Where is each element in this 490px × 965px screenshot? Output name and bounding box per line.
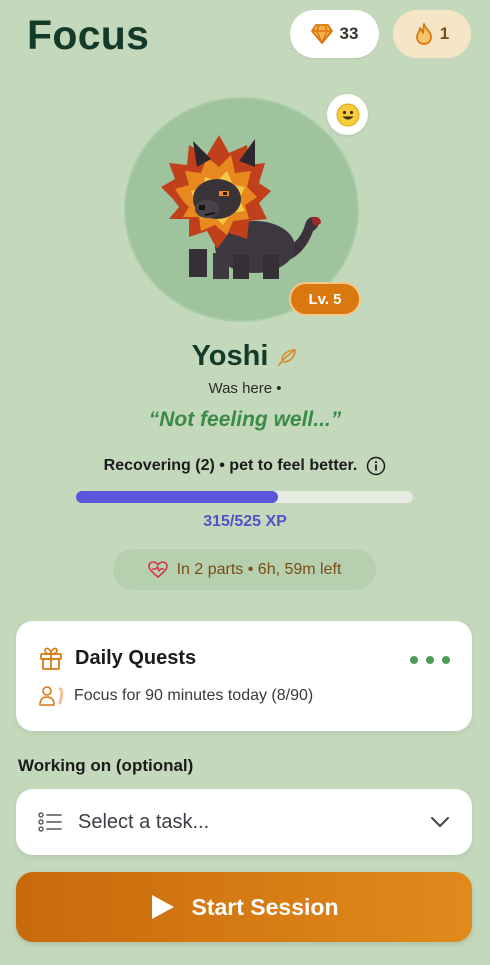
gift-icon [40,647,62,670]
mood-bubble[interactable] [327,94,368,135]
quests-header: Daily Quests [38,645,196,671]
gems-counter[interactable]: 33 [290,10,379,58]
quest-item-text: Focus for 90 minutes today (8/90) [74,687,314,704]
task-select-placeholder: Select a task... [78,810,210,833]
chevron-down-icon [431,817,449,827]
xp-text: 315/525 XP [203,513,287,530]
pet-name: Yoshi [191,340,269,372]
timer-text: In 2 parts • 6h, 59m left [176,560,342,578]
list-icon [38,812,62,832]
happy-face-icon [336,103,359,126]
dot-icon [426,656,434,664]
quest-item: Focus for 90 minutes today (8/90) [38,685,313,707]
person-focus-icon [39,686,64,706]
recovery-timer: In 2 parts • 6h, 59m left [113,549,376,590]
heart-pulse-icon [147,560,168,578]
start-session-button[interactable]: Start Session [16,872,472,942]
task-select[interactable]: Select a task... [16,789,472,855]
streak-counter[interactable]: 1 [393,10,471,58]
rename-leaf-icon[interactable] [276,346,298,368]
pet-status: Was here • [208,380,282,397]
play-icon [151,895,174,919]
dot-icon [442,656,450,664]
working-on-label: Working on (optional) [18,756,194,775]
daily-quests-card[interactable]: Daily Quests Focus for 90 minutes today … [16,621,472,731]
dot-icon [410,656,418,664]
xp-progress-fill [76,491,279,503]
pet-name-row: Yoshi [0,340,490,373]
flame-icon [415,23,432,45]
recovery-row: Recovering (2) • pet to feel better. [0,456,490,476]
more-options-button[interactable] [410,656,450,664]
gems-count: 33 [339,24,359,43]
quests-title: Daily Quests [75,646,197,669]
level-badge: Lv. 5 [289,282,361,316]
recovery-text: Recovering (2) • pet to feel better. [103,457,358,474]
pet-sprite[interactable] [155,127,325,287]
pet-quote: “Not feeling well...” [148,408,342,431]
gem-icon [310,24,333,44]
start-session-label: Start Session [191,893,339,920]
streak-count: 1 [439,24,450,43]
xp-progress-bar [76,491,413,503]
page-title: Focus [27,12,150,58]
info-icon[interactable] [366,456,386,476]
